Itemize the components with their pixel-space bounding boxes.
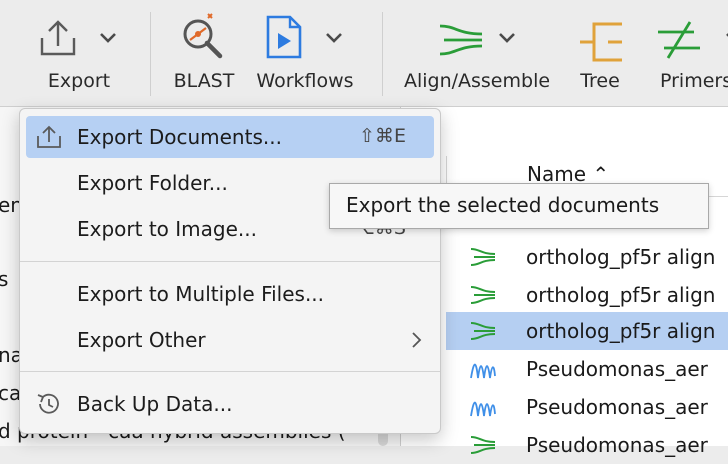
row-name: ortholog_pf5r align	[526, 319, 716, 343]
table-row[interactable]: ortholog_pf5r align	[446, 238, 728, 276]
workflows-toolbar-button[interactable]: Workflows	[252, 0, 364, 106]
alignment-icon	[470, 248, 496, 266]
sequence-chromatogram-icon	[470, 401, 496, 417]
export-menu: Export Documents... ⇧⌘E Export Folder...…	[19, 108, 441, 434]
export-toolbar-label: Export	[47, 70, 111, 92]
primers-toolbar-label: Primers	[660, 70, 728, 92]
menu-item-label: Export Other	[77, 328, 206, 352]
export-icon	[37, 125, 61, 148]
menu-separator	[20, 261, 440, 262]
align-assemble-toolbar-label: Align/Assemble	[403, 70, 551, 92]
menu-item-label: Export Folder...	[77, 171, 228, 195]
table-row[interactable]: Pseudomonas_aer	[446, 388, 728, 426]
tree-icon	[580, 22, 622, 62]
menu-item-export-documents[interactable]: Export Documents... ⇧⌘E	[26, 116, 434, 158]
history-icon	[37, 393, 59, 414]
row-name: ortholog_pf5r align	[526, 245, 716, 269]
alignment-icon	[470, 322, 496, 340]
menu-separator	[20, 371, 440, 372]
toolbar: Export BLAST Workflows Align/Assemble Tr…	[0, 0, 728, 107]
align-assemble-icon	[439, 24, 483, 56]
menu-item-label: Export Documents...	[77, 125, 282, 149]
tree-toolbar-button[interactable]: Tree	[570, 0, 634, 106]
row-name: Pseudomonas_aer	[526, 433, 708, 457]
row-name: Pseudomonas_aer	[526, 357, 708, 381]
export-icon	[40, 20, 76, 56]
workflows-toolbar-label: Workflows	[256, 70, 354, 92]
table-row[interactable]: ortholog_pf5r align	[446, 276, 728, 314]
menu-item-export-other[interactable]: Export Other	[26, 319, 434, 361]
blast-toolbar-button[interactable]: BLAST	[168, 0, 240, 106]
menu-item-label: Export to Image...	[77, 217, 257, 241]
sequence-chromatogram-icon	[470, 363, 496, 379]
chevron-down-icon[interactable]	[724, 30, 728, 46]
blast-icon	[183, 13, 223, 59]
blast-toolbar-label: BLAST	[173, 70, 235, 92]
menu-item-back-up-data[interactable]: Back Up Data...	[26, 383, 434, 425]
alignment-icon	[470, 436, 496, 454]
menu-item-label: Back Up Data...	[77, 392, 233, 416]
alignment-icon	[470, 286, 496, 304]
row-name: ortholog_pf5r align	[526, 283, 716, 307]
tooltip-text: Export the selected documents	[346, 193, 660, 217]
menu-item-export-multiple-files[interactable]: Export to Multiple Files...	[26, 273, 434, 315]
chevron-right-icon	[412, 332, 422, 348]
menu-shortcut: ⇧⌘E	[359, 125, 406, 147]
toolbar-separator	[150, 12, 151, 96]
left-panel-text: s	[0, 267, 9, 291]
primers-toolbar-button[interactable]: Primers	[648, 0, 728, 106]
chevron-down-icon[interactable]	[497, 30, 517, 46]
menu-item-label: Export to Multiple Files...	[77, 282, 325, 306]
chevron-down-icon[interactable]	[98, 30, 118, 46]
table-row[interactable]: Pseudomonas_aer	[446, 350, 728, 388]
chevron-down-icon[interactable]	[324, 30, 344, 46]
row-name: Pseudomonas_aer	[526, 395, 708, 419]
primers-icon	[658, 21, 700, 59]
toolbar-separator	[382, 12, 383, 96]
align-assemble-toolbar-button[interactable]: Align/Assemble	[400, 0, 556, 106]
export-toolbar-button[interactable]: Export	[20, 0, 132, 106]
tree-toolbar-label: Tree	[580, 70, 620, 92]
table-row[interactable]: Pseudomonas_aer	[446, 426, 728, 464]
workflow-document-icon	[266, 15, 302, 59]
table-row-selected[interactable]: ortholog_pf5r align	[446, 312, 728, 350]
tooltip: Export the selected documents	[329, 183, 709, 229]
